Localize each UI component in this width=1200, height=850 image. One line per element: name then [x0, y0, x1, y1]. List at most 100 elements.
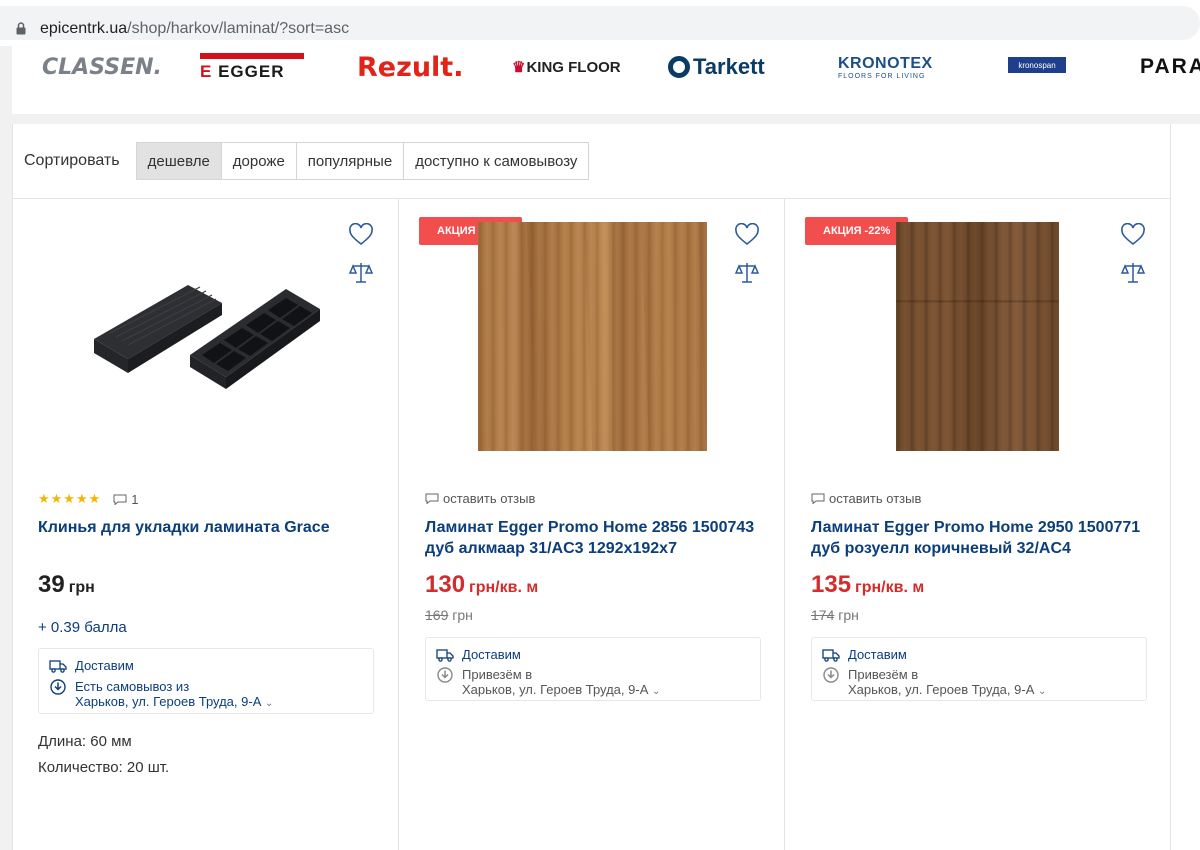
heart-icon[interactable]: [734, 223, 760, 247]
delivery-row: Доставим: [436, 647, 521, 663]
product-title[interactable]: Ламинат Egger Promo Home 2950 1500771 ду…: [811, 517, 1156, 559]
url-text: epicentrk.ua/shop/harkov/laminat/?sort=a…: [40, 20, 349, 38]
bring-line1: Привезём в: [462, 667, 533, 682]
heart-icon[interactable]: [1120, 223, 1146, 247]
pickup-row[interactable]: Есть самовывоз из Харьков, ул. Героев Тру…: [49, 679, 273, 711]
product-card: ★★★★★ 1 Клинья для укладки ламината Grac…: [12, 199, 398, 850]
truck-icon: [49, 660, 67, 673]
comment-icon: [113, 494, 127, 505]
bring-row[interactable]: Привезём в Харьков, ул. Героев Труда, 9-А…: [822, 667, 1046, 699]
price-value: 135: [811, 571, 852, 598]
browser-url-bar: epicentrk.ua/shop/harkov/laminat/?sort=a…: [0, 0, 1200, 46]
product-rating[interactable]: ★★★★★ 1: [38, 491, 139, 507]
delivery-row: Доставим: [822, 647, 907, 663]
product-image-laminate-brown-oak[interactable]: [896, 222, 1059, 451]
brand-tarkett-logo[interactable]: Tarkett: [668, 46, 765, 88]
price-unit: грн: [68, 579, 95, 596]
delivery-row: Доставим: [49, 658, 134, 674]
product-title[interactable]: Ламинат Egger Promo Home 2856 1500743 ду…: [425, 517, 770, 559]
brand-kronotex-tagline: FLOORS FOR LIVING: [838, 72, 926, 80]
tarkett-ring-icon: [668, 56, 690, 78]
comment-icon: [425, 493, 439, 504]
old-price-unit: грн: [452, 607, 473, 623]
old-price-value: 174: [811, 607, 835, 623]
old-price-value: 169: [425, 607, 449, 623]
brand-strip: CLASSEN. E EGGER Rezult. ♛ KING FLOOR Tar…: [12, 46, 1200, 114]
old-price: 174 грн: [811, 607, 859, 623]
egger-name: EGGER: [218, 61, 285, 81]
delivery-label: Доставим: [848, 647, 907, 662]
brand-tarkett-text: Tarkett: [693, 54, 765, 79]
spec-length: Длина: 60 мм: [38, 733, 132, 750]
brand-rezult-text: Rezult.: [357, 51, 464, 83]
brand-classen-text: CLASSEN.: [42, 54, 162, 80]
brand-parador-text: PARA: [1140, 55, 1200, 78]
brand-rezult-logo[interactable]: Rezult.: [357, 46, 463, 88]
product-price: 39 грн: [38, 571, 95, 599]
product-title[interactable]: Клинья для укладки ламината Grace: [38, 517, 383, 538]
brand-kronospan-text: kronospan: [1018, 60, 1056, 70]
egger-logo-bar: [200, 52, 304, 59]
compare-scales-icon[interactable]: [348, 261, 374, 285]
heart-icon[interactable]: [348, 223, 374, 247]
product-image-wedges[interactable]: [90, 283, 322, 393]
review-label: оставить отзыв: [829, 491, 922, 506]
price-unit: грн/кв. м: [469, 579, 539, 596]
bring-address: Харьков, ул. Героев Труда, 9-А: [462, 682, 649, 697]
sort-popular[interactable]: популярные: [296, 143, 405, 179]
comment-icon: [811, 493, 825, 504]
leave-review-link[interactable]: оставить отзыв: [811, 491, 921, 506]
url-host: epicentrk.ua: [40, 20, 128, 37]
brand-kronospan-logo[interactable]: kronospan: [1008, 57, 1066, 73]
brand-egger-text: E EGGER: [200, 62, 284, 82]
brand-kronotex-text: KRONOTEX: [838, 54, 933, 72]
delivery-box: Доставим Есть самовывоз из Харьков, ул. Г…: [38, 648, 374, 714]
chevron-down-icon: ⌄: [652, 686, 661, 697]
sort-label: Сортировать: [24, 152, 120, 169]
crown-icon: ♛: [512, 59, 526, 76]
panel-divider: [1170, 124, 1171, 850]
pickup-address: Харьков, ул. Героев Труда, 9-А: [75, 694, 262, 709]
bring-line1: Привезём в: [848, 667, 919, 682]
sort-bar: Сортировать дешевле дороже популярные до…: [24, 142, 590, 180]
pickup-line1: Есть самовывоз из: [75, 679, 190, 694]
pickup-location-icon: [823, 667, 839, 683]
delivery-box: Доставим Привезём в Харьков, ул. Героев Т…: [425, 637, 761, 701]
promo-badge: АКЦИЯ -22%: [805, 217, 909, 245]
review-label: оставить отзыв: [443, 491, 536, 506]
delivery-box: Доставим Привезём в Харьков, ул. Героев Т…: [811, 637, 1147, 701]
brand-kronotex-logo[interactable]: KRONOTEX FLOORS FOR LIVING: [838, 46, 933, 88]
chevron-down-icon: ⌄: [265, 698, 274, 709]
sort-cheaper[interactable]: дешевле: [136, 143, 222, 179]
bring-address: Харьков, ул. Героев Труда, 9-А: [848, 682, 1035, 697]
url-path: /shop/harkov/laminat/?sort=asc: [127, 20, 350, 37]
delivery-label: Доставим: [75, 658, 134, 673]
price-value: 39: [38, 571, 65, 598]
sort-pickup-available[interactable]: доступно к самовывозу: [404, 143, 589, 179]
product-card: АКЦИЯ -23% оставить отзыв Ламинат Egger …: [398, 199, 784, 850]
product-image-laminate-oak[interactable]: [478, 222, 707, 451]
spec-quantity: Количество: 20 шт.: [38, 759, 170, 776]
rating-stars: ★★★★★: [38, 491, 102, 506]
old-price-unit: грн: [838, 607, 859, 623]
product-card: АКЦИЯ -22% оставить отзыв Ламинат Egger …: [784, 199, 1170, 850]
bring-row[interactable]: Привезём в Харьков, ул. Героев Труда, 9-А…: [436, 667, 660, 699]
brand-egger-logo[interactable]: E EGGER: [200, 46, 304, 88]
egger-e-mark: E: [200, 61, 213, 81]
lock-icon: [16, 22, 26, 35]
product-price: 130 грн/кв. м: [425, 571, 538, 599]
truck-icon: [436, 649, 454, 662]
price-value: 130: [425, 571, 466, 598]
compare-scales-icon[interactable]: [734, 261, 760, 285]
leave-review-link[interactable]: оставить отзыв: [425, 491, 535, 506]
address-field[interactable]: epicentrk.ua/shop/harkov/laminat/?sort=a…: [0, 6, 1200, 40]
bonus-points: + 0.39 балла: [38, 619, 127, 636]
sort-pricier[interactable]: дороже: [221, 143, 297, 179]
truck-icon: [822, 649, 840, 662]
compare-scales-icon[interactable]: [1120, 261, 1146, 285]
brand-kingfloor-logo[interactable]: ♛ KING FLOOR: [512, 46, 621, 88]
brand-parador-logo[interactable]: PARA: [1140, 46, 1200, 88]
chevron-down-icon: ⌄: [1038, 686, 1047, 697]
brand-classen-logo[interactable]: CLASSEN.: [42, 46, 162, 88]
old-price: 169 грн: [425, 607, 473, 623]
